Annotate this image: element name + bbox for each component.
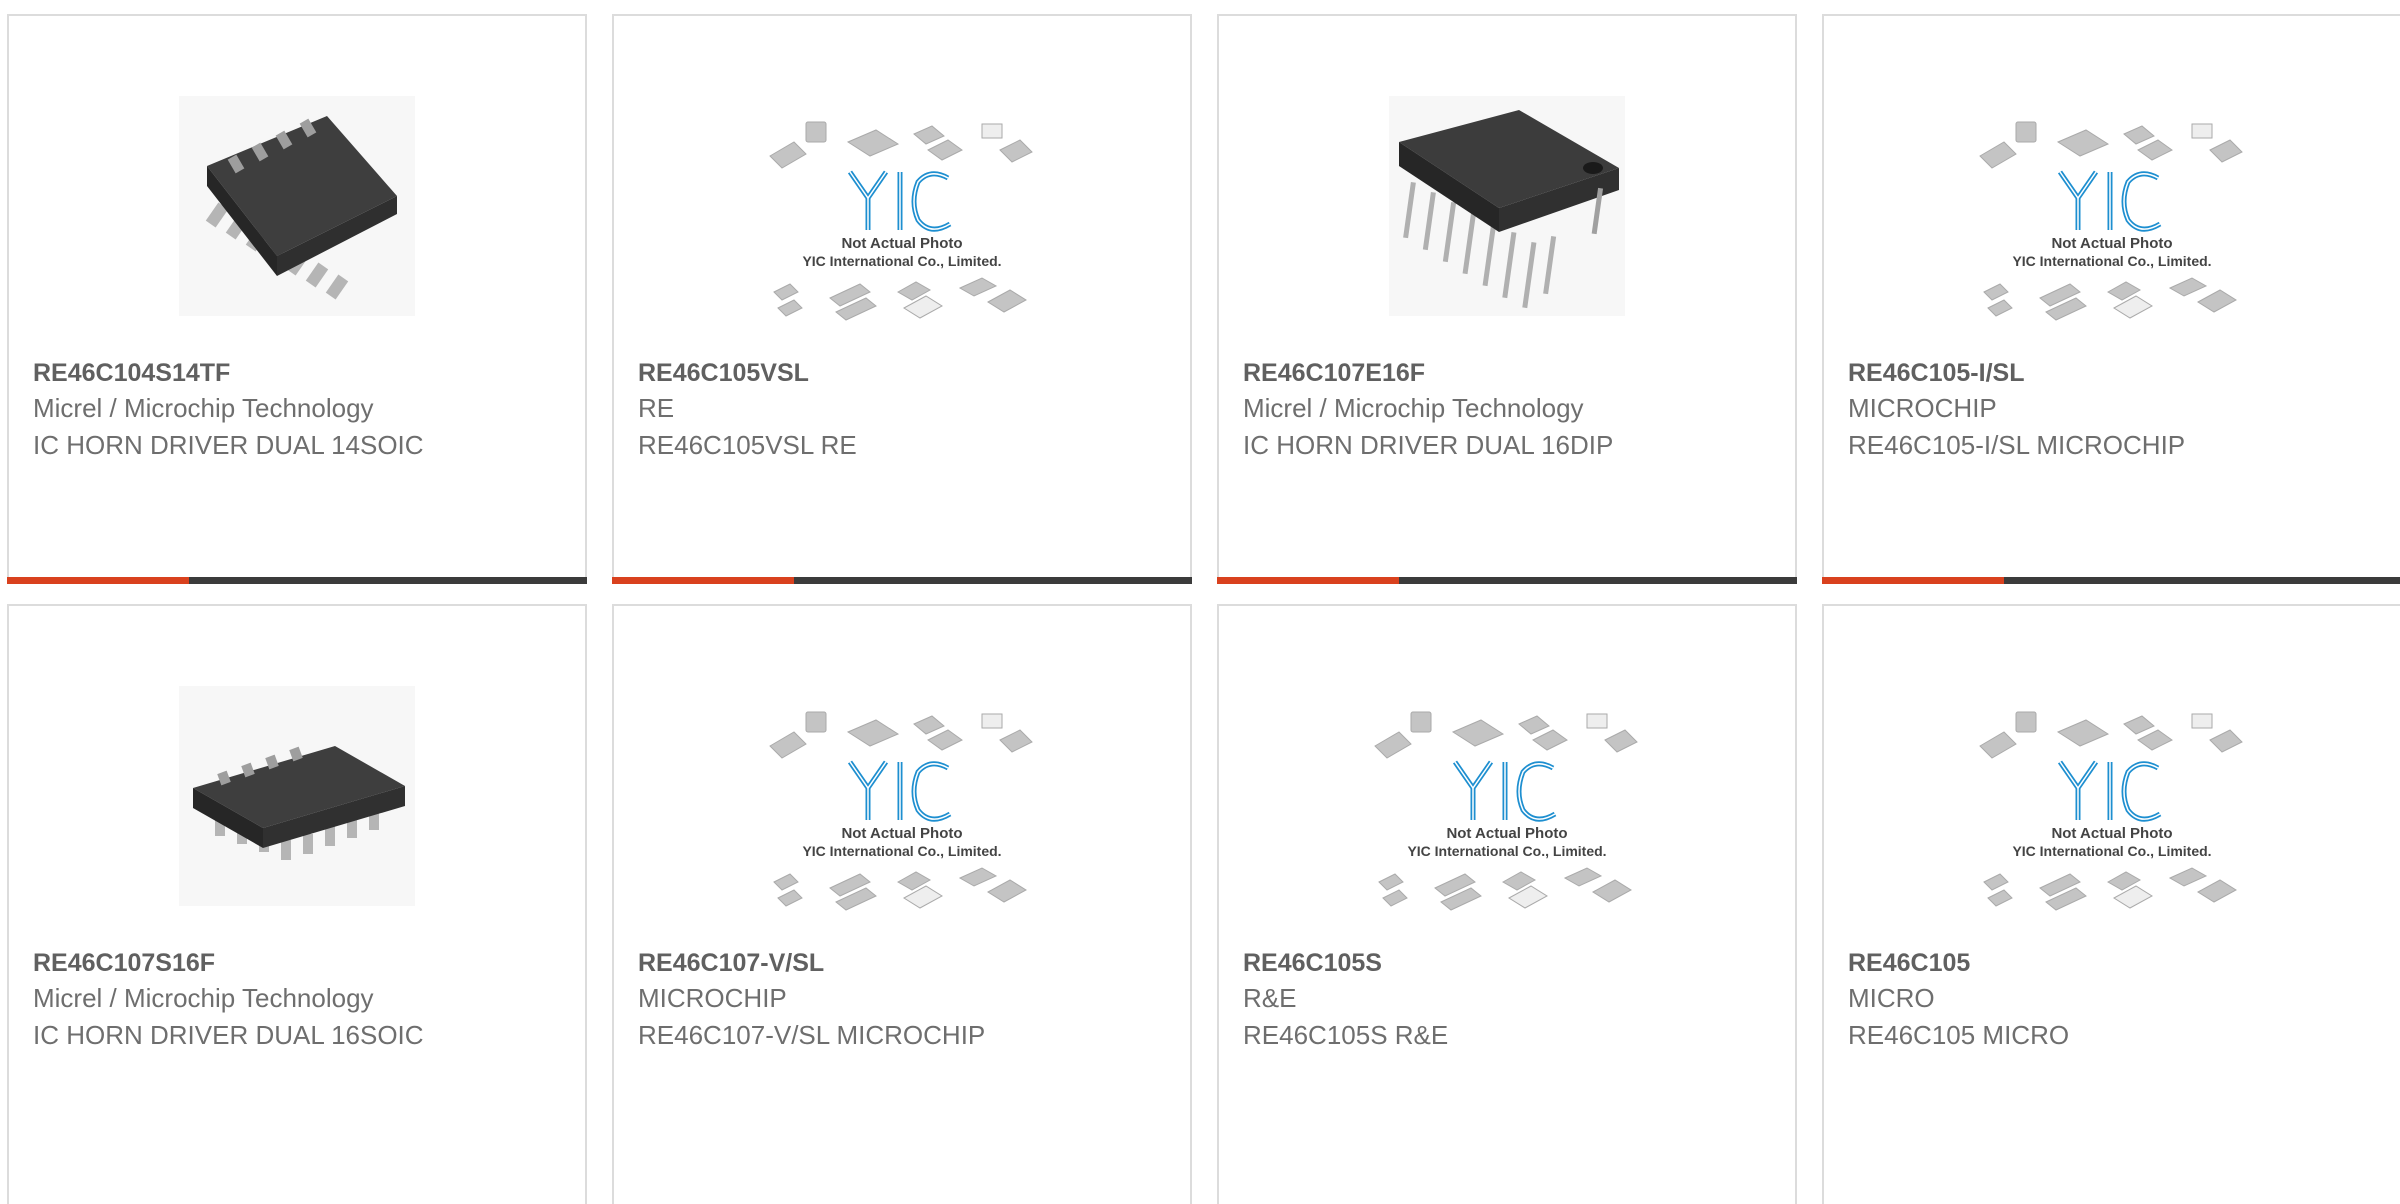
- product-image-placeholder[interactable]: Not Actual Photo YIC International Co., …: [1369, 676, 1645, 916]
- product-card[interactable]: Not Actual Photo YIC International Co., …: [1822, 14, 2400, 584]
- part-number[interactable]: RE46C104S14TF: [33, 356, 565, 390]
- description: RE46C105S R&E: [1243, 1020, 1449, 1050]
- card-accent-bar: [1822, 577, 2400, 584]
- product-info: RE46C105VSL RE RE46C105VSL RE: [638, 356, 1170, 464]
- product-image-placeholder[interactable]: Not Actual Photo YIC International Co., …: [1974, 676, 2250, 916]
- chip-dip16-image: [1389, 96, 1625, 316]
- description: IC HORN DRIVER DUAL 14SOIC: [33, 430, 424, 460]
- product-grid: RE46C104S14TF Micrel / Microchip Technol…: [0, 0, 2400, 1204]
- part-number[interactable]: RE46C105: [1848, 946, 2380, 980]
- description: RE46C107-V/SL MICROCHIP: [638, 1020, 986, 1050]
- manufacturer: Micrel / Microchip Technology: [1243, 393, 1584, 423]
- placeholder-line1: Not Actual Photo: [841, 825, 962, 842]
- description: RE46C105-I/SL MICROCHIP: [1848, 430, 2186, 460]
- product-image-soic16[interactable]: [159, 676, 435, 916]
- part-number[interactable]: RE46C105-I/SL: [1848, 356, 2380, 390]
- placeholder-line1: Not Actual Photo: [2051, 825, 2172, 842]
- part-number[interactable]: RE46C107-V/SL: [638, 946, 1170, 980]
- product-info: RE46C107-V/SL MICROCHIP RE46C107-V/SL MI…: [638, 946, 1170, 1054]
- yic-placeholder-image: Not Actual Photo YIC International Co., …: [769, 711, 1033, 911]
- card-accent-bar: [612, 577, 1192, 584]
- yic-placeholder-image: Not Actual Photo YIC International Co., …: [769, 121, 1033, 321]
- manufacturer: RE: [638, 393, 675, 423]
- product-image-placeholder[interactable]: Not Actual Photo YIC International Co., …: [1974, 86, 2250, 326]
- product-image-dip16[interactable]: [1369, 86, 1645, 326]
- manufacturer: MICROCHIP: [638, 983, 787, 1013]
- product-image-soic14[interactable]: [159, 86, 435, 326]
- product-card[interactable]: Not Actual Photo YIC International Co., …: [1822, 604, 2400, 1204]
- manufacturer: R&E: [1243, 983, 1297, 1013]
- part-number[interactable]: RE46C105VSL: [638, 356, 1170, 390]
- description: IC HORN DRIVER DUAL 16SOIC: [33, 1020, 424, 1050]
- manufacturer: Micrel / Microchip Technology: [33, 393, 374, 423]
- manufacturer: MICRO: [1848, 983, 1935, 1013]
- product-info: RE46C104S14TF Micrel / Microchip Technol…: [33, 356, 565, 464]
- placeholder-line1: Not Actual Photo: [1446, 825, 1567, 842]
- placeholder-line1: Not Actual Photo: [2051, 235, 2172, 252]
- yic-placeholder-image: Not Actual Photo YIC International Co., …: [1979, 121, 2243, 321]
- product-info: RE46C105S R&E RE46C105S R&E: [1243, 946, 1775, 1054]
- product-card[interactable]: Not Actual Photo YIC International Co., …: [612, 14, 1192, 584]
- chip-soic14-image: [179, 96, 415, 316]
- description: RE46C105VSL RE: [638, 430, 857, 460]
- card-accent-bar: [7, 577, 587, 584]
- placeholder-line2: YIC International Co., Limited.: [2012, 843, 2211, 859]
- yic-placeholder-image: Not Actual Photo YIC International Co., …: [1979, 711, 2243, 911]
- description: RE46C105 MICRO: [1848, 1020, 2070, 1050]
- product-card[interactable]: Not Actual Photo YIC International Co., …: [1217, 604, 1797, 1204]
- placeholder-line2: YIC International Co., Limited.: [1407, 843, 1606, 859]
- product-info: RE46C105-I/SL MICROCHIP RE46C105-I/SL MI…: [1848, 356, 2380, 464]
- placeholder-line2: YIC International Co., Limited.: [802, 253, 1001, 269]
- yic-placeholder-image: Not Actual Photo YIC International Co., …: [1374, 711, 1638, 911]
- product-image-placeholder[interactable]: Not Actual Photo YIC International Co., …: [764, 86, 1040, 326]
- chip-soic16-image: [179, 686, 415, 906]
- manufacturer: MICROCHIP: [1848, 393, 1997, 423]
- product-card[interactable]: RE46C104S14TF Micrel / Microchip Technol…: [7, 14, 587, 584]
- part-number[interactable]: RE46C105S: [1243, 946, 1775, 980]
- product-info: RE46C107E16F Micrel / Microchip Technolo…: [1243, 356, 1775, 464]
- placeholder-line2: YIC International Co., Limited.: [802, 843, 1001, 859]
- description: IC HORN DRIVER DUAL 16DIP: [1243, 430, 1614, 460]
- product-card[interactable]: RE46C107E16F Micrel / Microchip Technolo…: [1217, 14, 1797, 584]
- product-card[interactable]: RE46C107S16F Micrel / Microchip Technolo…: [7, 604, 587, 1204]
- card-accent-bar: [1217, 577, 1797, 584]
- placeholder-line2: YIC International Co., Limited.: [2012, 253, 2211, 269]
- part-number[interactable]: RE46C107E16F: [1243, 356, 1775, 390]
- manufacturer: Micrel / Microchip Technology: [33, 983, 374, 1013]
- part-number[interactable]: RE46C107S16F: [33, 946, 565, 980]
- product-info: RE46C107S16F Micrel / Microchip Technolo…: [33, 946, 565, 1054]
- placeholder-line1: Not Actual Photo: [841, 235, 962, 252]
- product-image-placeholder[interactable]: Not Actual Photo YIC International Co., …: [764, 676, 1040, 916]
- product-info: RE46C105 MICRO RE46C105 MICRO: [1848, 946, 2380, 1054]
- product-card[interactable]: Not Actual Photo YIC International Co., …: [612, 604, 1192, 1204]
